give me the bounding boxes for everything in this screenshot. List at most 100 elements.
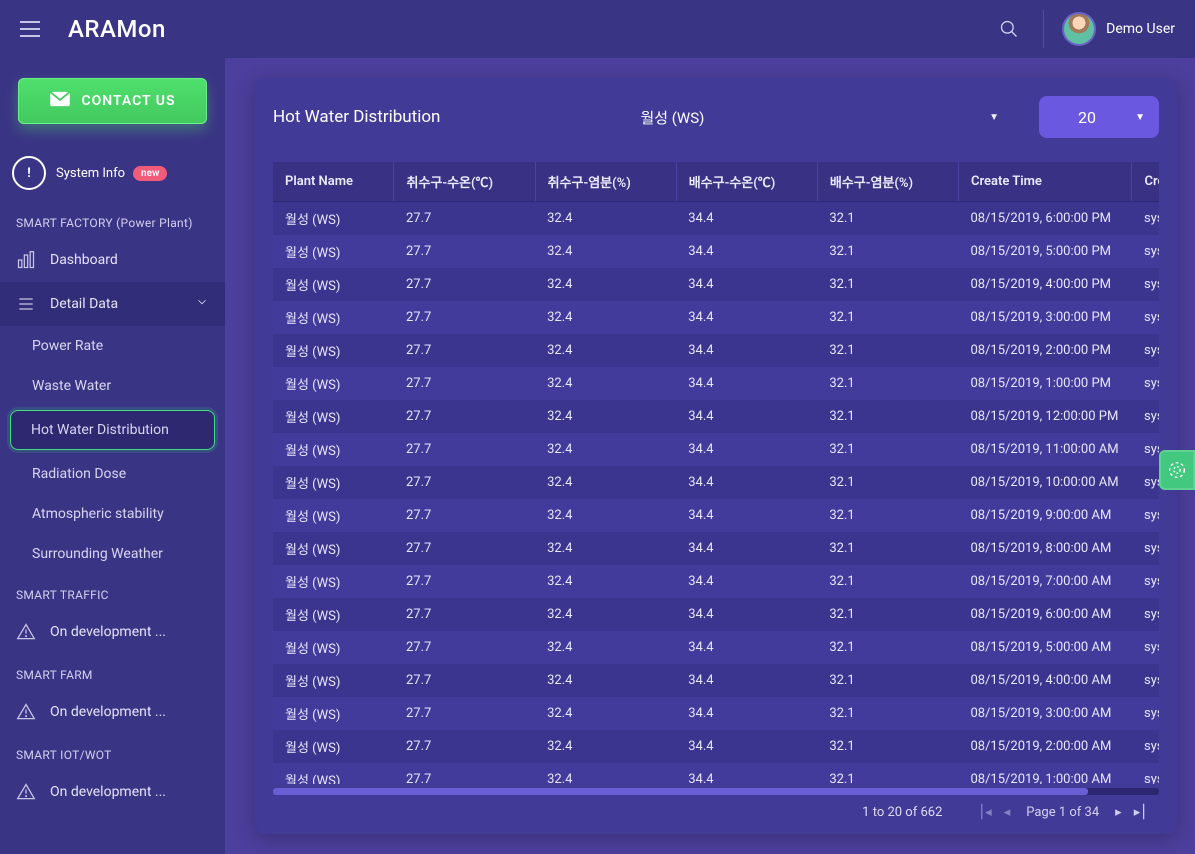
plant-select[interactable]: 월성 (WS) ▼: [640, 107, 999, 128]
horizontal-scrollbar[interactable]: [273, 788, 1159, 795]
data-table: Plant Name취수구-수온(℃)취수구-염분(%)배수구-수온(℃)배수구…: [273, 162, 1159, 784]
scrollbar-thumb[interactable]: [273, 788, 1088, 795]
prev-page-button[interactable]: ◂: [998, 805, 1017, 820]
sidebar-sub-hot-water[interactable]: Hot Water Distribution: [10, 410, 215, 450]
table-cell: 32.1: [817, 400, 958, 433]
new-badge: new: [133, 166, 167, 181]
page-size-select[interactable]: 20 ▼: [1039, 96, 1159, 138]
sidebar-sub-waste-water[interactable]: Waste Water: [0, 366, 225, 406]
warning-icon: [16, 622, 38, 642]
sidebar-item-detail-data[interactable]: Detail Data: [0, 282, 225, 326]
table-cell: 34.4: [676, 697, 817, 730]
table-cell: 34.4: [676, 565, 817, 598]
table-cell: 27.7: [394, 433, 535, 466]
menu-toggle-button[interactable]: [12, 11, 48, 47]
table-row[interactable]: 월성 (WS)27.732.434.432.108/15/2019, 5:00:…: [273, 235, 1159, 268]
pagination: 1 to 20 of 662 ⎮◂ ◂ Page 1 of 34 ▸ ▸⎮: [273, 795, 1159, 820]
table-cell: 27.7: [394, 499, 535, 532]
sidebar-item-system-info[interactable]: ! System Info new: [0, 146, 225, 202]
table-cell: 월성 (WS): [273, 202, 394, 236]
sidebar-item-label: On development ...: [50, 784, 166, 800]
table-row[interactable]: 월성 (WS)27.732.434.432.108/15/2019, 8:00:…: [273, 532, 1159, 565]
table-cell: 32.1: [817, 532, 958, 565]
table-cell: 월성 (WS): [273, 268, 394, 301]
column-header[interactable]: 취수구-수온(℃): [394, 162, 535, 202]
table-cell: sys: [1132, 433, 1159, 466]
table-row[interactable]: 월성 (WS)27.732.434.432.108/15/2019, 6:00:…: [273, 202, 1159, 236]
table-cell: 32.4: [535, 268, 676, 301]
sidebar-item-dashboard[interactable]: Dashboard: [0, 238, 225, 282]
last-page-button[interactable]: ▸⎮: [1128, 805, 1153, 820]
chevron-down-icon: [195, 295, 209, 313]
table-row[interactable]: 월성 (WS)27.732.434.432.108/15/2019, 10:00…: [273, 466, 1159, 499]
table-row[interactable]: 월성 (WS)27.732.434.432.108/15/2019, 5:00:…: [273, 631, 1159, 664]
search-icon[interactable]: [993, 13, 1025, 45]
table-row[interactable]: 월성 (WS)27.732.434.432.108/15/2019, 2:00:…: [273, 334, 1159, 367]
warning-icon: [16, 702, 38, 722]
table-cell: 32.4: [535, 664, 676, 697]
table-row[interactable]: 월성 (WS)27.732.434.432.108/15/2019, 3:00:…: [273, 301, 1159, 334]
contact-us-button[interactable]: CONTACT US: [18, 78, 207, 124]
column-header[interactable]: Cre: [1132, 162, 1159, 202]
table-cell: 34.4: [676, 268, 817, 301]
sidebar: CONTACT US ! System Info new SMART FACTO…: [0, 58, 225, 854]
table-cell: 32.1: [817, 367, 958, 400]
sidebar-sub-weather[interactable]: Surrounding Weather: [0, 534, 225, 574]
table-cell: 27.7: [394, 763, 535, 784]
table-cell: 32.4: [535, 697, 676, 730]
table-row[interactable]: 월성 (WS)27.732.434.432.108/15/2019, 1:00:…: [273, 367, 1159, 400]
section-title-traffic: SMART TRAFFIC: [0, 574, 225, 610]
column-header[interactable]: 배수구-염분(%): [817, 162, 958, 202]
table-row[interactable]: 월성 (WS)27.732.434.432.108/15/2019, 4:00:…: [273, 268, 1159, 301]
avatar[interactable]: [1062, 12, 1096, 46]
table-cell: 32.4: [535, 367, 676, 400]
table-row[interactable]: 월성 (WS)27.732.434.432.108/15/2019, 6:00:…: [273, 598, 1159, 631]
first-page-button[interactable]: ⎮◂: [972, 805, 997, 820]
table-cell: sys: [1132, 532, 1159, 565]
table-cell: 월성 (WS): [273, 664, 394, 697]
table-cell: 34.4: [676, 763, 817, 784]
sidebar-item-iot[interactable]: On development ...: [0, 770, 225, 814]
table-cell: 32.1: [817, 598, 958, 631]
sidebar-sub-power-rate[interactable]: Power Rate: [0, 326, 225, 366]
table-row[interactable]: 월성 (WS)27.732.434.432.108/15/2019, 9:00:…: [273, 499, 1159, 532]
table-row[interactable]: 월성 (WS)27.732.434.432.108/15/2019, 2:00:…: [273, 730, 1159, 763]
table-cell: 08/15/2019, 7:00:00 AM: [958, 565, 1132, 598]
column-header[interactable]: Plant Name: [273, 162, 394, 202]
column-header[interactable]: Create Time: [958, 162, 1132, 202]
table-cell: 월성 (WS): [273, 367, 394, 400]
table-cell: sys: [1132, 235, 1159, 268]
user-name[interactable]: Demo User: [1106, 21, 1175, 37]
sidebar-sub-atmospheric[interactable]: Atmospheric stability: [0, 494, 225, 534]
table-row[interactable]: 월성 (WS)27.732.434.432.108/15/2019, 11:00…: [273, 433, 1159, 466]
table-cell: 08/15/2019, 6:00:00 AM: [958, 598, 1132, 631]
sidebar-item-farm[interactable]: On development ...: [0, 690, 225, 734]
table-cell: 08/15/2019, 8:00:00 AM: [958, 532, 1132, 565]
settings-fab[interactable]: [1159, 450, 1195, 490]
sidebar-item-label: On development ...: [50, 624, 166, 640]
table-cell: 27.7: [394, 631, 535, 664]
table-cell: 08/15/2019, 4:00:00 AM: [958, 664, 1132, 697]
table-cell: 34.4: [676, 499, 817, 532]
table-cell: sys: [1132, 697, 1159, 730]
sidebar-item-traffic[interactable]: On development ...: [0, 610, 225, 654]
table-row[interactable]: 월성 (WS)27.732.434.432.108/15/2019, 1:00:…: [273, 763, 1159, 784]
section-title-farm: SMART FARM: [0, 654, 225, 690]
table-cell: 32.4: [535, 466, 676, 499]
column-header[interactable]: 취수구-염분(%): [535, 162, 676, 202]
table-cell: 34.4: [676, 400, 817, 433]
sidebar-sub-radiation-dose[interactable]: Radiation Dose: [0, 454, 225, 494]
table-cell: 32.1: [817, 664, 958, 697]
table-cell: sys: [1132, 499, 1159, 532]
table-row[interactable]: 월성 (WS)27.732.434.432.108/15/2019, 3:00:…: [273, 697, 1159, 730]
table-cell: 32.1: [817, 301, 958, 334]
table-cell: sys: [1132, 466, 1159, 499]
table-row[interactable]: 월성 (WS)27.732.434.432.108/15/2019, 7:00:…: [273, 565, 1159, 598]
table-row[interactable]: 월성 (WS)27.732.434.432.108/15/2019, 12:00…: [273, 400, 1159, 433]
column-header[interactable]: 배수구-수온(℃): [676, 162, 817, 202]
table-row[interactable]: 월성 (WS)27.732.434.432.108/15/2019, 4:00:…: [273, 664, 1159, 697]
gear-icon: [1166, 459, 1188, 481]
table-cell: 32.1: [817, 730, 958, 763]
table-cell: 08/15/2019, 9:00:00 AM: [958, 499, 1132, 532]
next-page-button[interactable]: ▸: [1109, 805, 1128, 820]
